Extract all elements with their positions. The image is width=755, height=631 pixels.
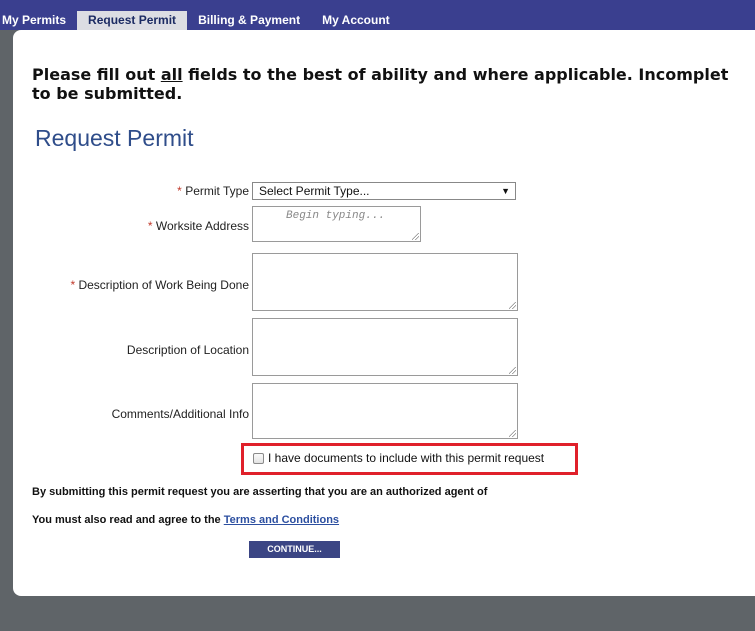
work-description-label: * Description of Work Being Done xyxy=(70,278,249,292)
documents-checkbox-row[interactable]: I have documents to include with this pe… xyxy=(253,451,544,465)
notice-emphasis: all xyxy=(160,65,183,84)
work-description-textarea[interactable] xyxy=(252,253,518,311)
documents-checkbox-label[interactable]: I have documents to include with this pe… xyxy=(268,451,544,465)
notice-text-end: fields to the best of ability and where … xyxy=(182,65,729,84)
required-marker: * xyxy=(147,219,153,233)
tab-my-permits[interactable]: My Permits xyxy=(0,11,77,29)
location-description-textarea[interactable] xyxy=(252,318,518,376)
assertion-text: By submitting this permit request you ar… xyxy=(32,486,488,498)
main-panel xyxy=(13,30,755,596)
permit-type-label: * Permit Type xyxy=(177,184,249,198)
terms-and-conditions-link[interactable]: Terms and Conditions xyxy=(224,514,339,526)
page-title: Request Permit xyxy=(35,125,194,151)
tab-billing-payment[interactable]: Billing & Payment xyxy=(187,11,311,29)
location-description-label: Description of Location xyxy=(126,343,249,357)
worksite-address-input[interactable]: Begin typing... xyxy=(252,206,421,242)
required-marker: * xyxy=(177,184,182,198)
documents-checkbox[interactable] xyxy=(253,452,264,464)
continue-button[interactable]: CONTINUE... xyxy=(249,541,340,558)
terms-prefix: You must also read and agree to the xyxy=(32,514,224,526)
resize-handle-icon[interactable] xyxy=(509,430,516,437)
resize-handle-icon[interactable] xyxy=(412,233,419,240)
comments-textarea[interactable] xyxy=(252,383,518,439)
worksite-address-placeholder: Begin typing... xyxy=(286,210,386,222)
tab-my-account[interactable]: My Account xyxy=(311,11,401,29)
dropdown-arrow-icon: ▼ xyxy=(501,186,510,196)
worksite-address-label-text: Worksite Address xyxy=(155,219,249,233)
permit-type-label-text: Permit Type xyxy=(185,184,249,198)
resize-handle-icon[interactable] xyxy=(509,302,516,309)
worksite-address-label: * Worksite Address xyxy=(148,219,249,233)
permit-type-select[interactable]: Select Permit Type... ▼ xyxy=(252,182,516,200)
notice-line-2: to be submitted. xyxy=(32,84,183,103)
required-marker: * xyxy=(70,278,76,292)
tab-request-permit[interactable]: Request Permit xyxy=(77,11,188,30)
instructions-notice: Please fill out all fields to the best o… xyxy=(32,65,755,103)
work-description-label-text: Description of Work Being Done xyxy=(78,278,249,292)
notice-text-start: Please fill out xyxy=(32,65,161,84)
permit-type-selected-value: Select Permit Type... xyxy=(259,184,370,198)
comments-label: Comments/Additional Info xyxy=(111,407,249,421)
top-nav: My Permits Request Permit Billing & Paym… xyxy=(0,0,755,30)
terms-line: You must also read and agree to the Term… xyxy=(32,514,339,526)
resize-handle-icon[interactable] xyxy=(509,367,516,374)
